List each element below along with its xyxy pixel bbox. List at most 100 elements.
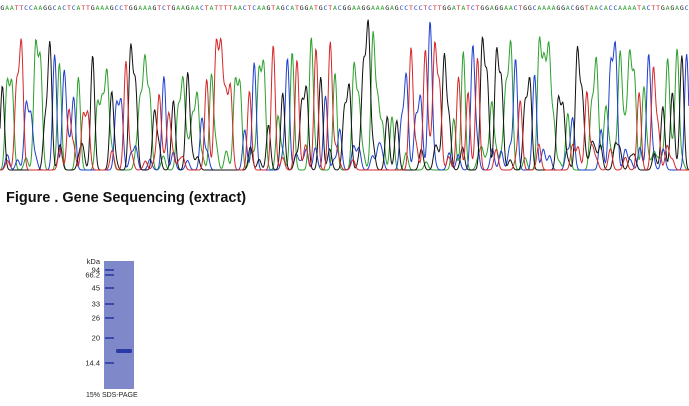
sequence-base: A [623, 4, 627, 12]
sequence-base: A [138, 4, 142, 12]
sequence-base: T [295, 4, 299, 12]
sequence-base: T [314, 4, 318, 12]
sequence-base: T [438, 4, 442, 12]
sequence-base: C [685, 4, 689, 12]
sequencing-chromatogram [0, 19, 689, 171]
sequence-base: G [152, 4, 156, 12]
sequence-base: A [452, 4, 456, 12]
sequence-base: C [252, 4, 256, 12]
sequence-base: T [224, 4, 228, 12]
sequence-base: C [162, 4, 166, 12]
sequence-base: T [214, 4, 218, 12]
gel-lane [104, 261, 134, 389]
sequence-base: G [575, 4, 579, 12]
sequence-base: A [666, 4, 670, 12]
sequence-base: A [57, 4, 61, 12]
gel-ladder-band [105, 362, 114, 364]
sequence-base: T [67, 4, 71, 12]
sequence-base: G [528, 4, 532, 12]
sequence-base: G [186, 4, 190, 12]
sequence-base: A [390, 4, 394, 12]
sequence-base: G [133, 4, 137, 12]
sequence-base: T [423, 4, 427, 12]
sequence-base: G [110, 4, 114, 12]
sequence-base: C [609, 4, 613, 12]
sequence-base: T [86, 4, 90, 12]
sequence-base: C [24, 4, 28, 12]
sequence-base: T [433, 4, 437, 12]
gel-marker-label: 45 [92, 284, 100, 293]
sequence-base: A [100, 4, 104, 12]
sequence-base: G [343, 4, 347, 12]
sequence-base: G [305, 4, 309, 12]
sequence-base: T [476, 4, 480, 12]
sequence-base: A [34, 4, 38, 12]
sequence-base: A [371, 4, 375, 12]
sequence-base: C [599, 4, 603, 12]
sequence-base: T [19, 4, 23, 12]
sequence-base: T [466, 4, 470, 12]
gel-marker-label: 66.2 [85, 271, 100, 280]
gel-ladder-band [105, 303, 114, 305]
sequence-base: A [233, 4, 237, 12]
sequence-base: A [148, 4, 152, 12]
sequence-base: A [10, 4, 14, 12]
gel-sample-band [116, 349, 132, 353]
sequence-base: A [618, 4, 622, 12]
sequence-base: A [504, 4, 508, 12]
sequence-base: A [5, 4, 9, 12]
sequence-base: G [661, 4, 665, 12]
sequence-base: T [656, 4, 660, 12]
sequence-base: A [181, 4, 185, 12]
sequence-base: A [381, 4, 385, 12]
sequence-base: C [114, 4, 118, 12]
sequence-base: A [509, 4, 513, 12]
figure-caption: Figure . Gene Sequencing (extract) [6, 190, 247, 206]
sequence-base: G [499, 4, 503, 12]
sequence-base: C [571, 4, 575, 12]
sequence-base: T [637, 4, 641, 12]
sequence-base: C [613, 4, 617, 12]
sequence-base: C [338, 4, 342, 12]
gel-ladder-band [105, 287, 114, 289]
sequence-base: A [552, 4, 556, 12]
sequence-base: C [62, 4, 66, 12]
sequence-base: T [518, 4, 522, 12]
gel-ladder-band [105, 274, 114, 276]
sequence-base: A [309, 4, 313, 12]
sequence-base: C [533, 4, 537, 12]
sequence-base: G [680, 4, 684, 12]
sequence-base: G [91, 4, 95, 12]
sequence-base: A [547, 4, 551, 12]
sequence-base: A [262, 4, 266, 12]
sequence-base: A [675, 4, 679, 12]
sequence-base: G [561, 4, 565, 12]
sequence-base: T [248, 4, 252, 12]
sequence-base: A [490, 4, 494, 12]
gel-caption: 15% SDS-PAGE [86, 392, 138, 399]
sequence-base: G [0, 4, 4, 12]
sequence-base: C [243, 4, 247, 12]
sequence-base: A [143, 4, 147, 12]
sequence-base: A [76, 4, 80, 12]
sequence-base: T [409, 4, 413, 12]
sequence-base: C [200, 4, 204, 12]
sequence-base: A [542, 4, 546, 12]
sequence-base: A [238, 4, 242, 12]
sequence-base: G [485, 4, 489, 12]
gel-marker-label: 14.4 [85, 359, 100, 368]
sequence-base: G [267, 4, 271, 12]
sequence-base: G [385, 4, 389, 12]
sequence-base: C [119, 4, 123, 12]
sequence-base: G [43, 4, 47, 12]
sequence-base: G [556, 4, 560, 12]
sds-page-gel-image: kDa 94 66.2 45 33 26 20 14.4 15% SDS-PAGE [80, 255, 160, 405]
sequence-base: G [523, 4, 527, 12]
sequence-base: G [366, 4, 370, 12]
gel-ladder-band [105, 269, 114, 271]
sequence-base: A [461, 4, 465, 12]
sequence-base: T [228, 4, 232, 12]
gel-marker-label: 26 [92, 314, 100, 323]
sequence-base: A [257, 4, 261, 12]
sequence-base: A [95, 4, 99, 12]
